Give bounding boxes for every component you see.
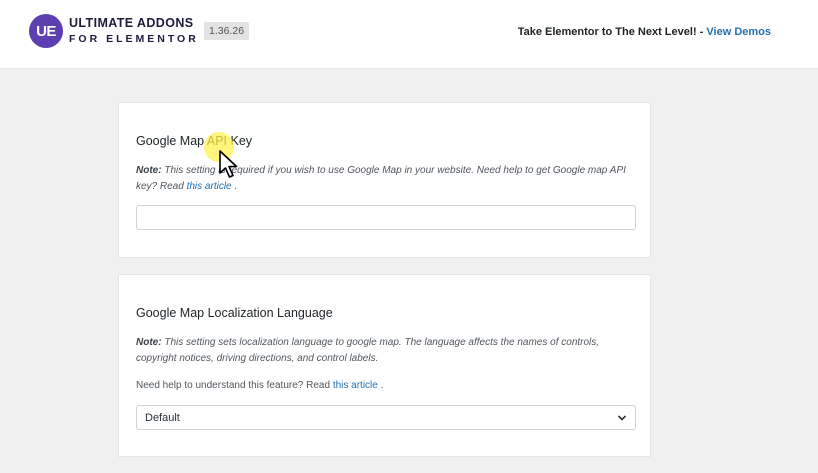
language-select[interactable]: Default <box>136 405 636 430</box>
help-text: Need help to understand this feature? Re… <box>136 380 331 391</box>
language-title: Google Map Localization Language <box>136 306 333 320</box>
language-help: Need help to understand this feature? Re… <box>136 380 383 391</box>
language-note: Note: This setting sets localization lan… <box>136 335 641 367</box>
language-article-link[interactable]: this article <box>333 380 378 391</box>
logo-icon: UE <box>29 14 63 48</box>
top-header: UE ULTIMATE ADDONS FOR ELEMENTOR 1.36.26… <box>0 0 818 69</box>
api-key-article-link[interactable]: this article <box>187 181 232 192</box>
chevron-down-icon <box>617 415 627 421</box>
api-key-note: Note: This setting is required if you wi… <box>136 163 641 195</box>
header-cta: Take Elementor to The Next Level! - View… <box>518 26 771 38</box>
note-text: This setting sets localization language … <box>136 337 600 364</box>
note-end: . <box>234 181 238 192</box>
note-label: Note: <box>136 337 162 348</box>
localization-language-card: Google Map Localization Language Note: T… <box>118 274 651 457</box>
version-badge: 1.36.26 <box>204 22 250 40</box>
view-demos-link[interactable]: View Demos <box>706 26 771 38</box>
brand-tagline: FOR ELEMENTOR <box>69 33 199 45</box>
help-end: . <box>380 380 384 391</box>
brand-logo: ULTIMATE ADDONS FOR ELEMENTOR <box>69 16 199 46</box>
cta-text: Take Elementor to The Next Level! - <box>517 26 704 38</box>
api-key-input[interactable] <box>136 205 636 230</box>
selected-language: Default <box>145 412 180 424</box>
api-key-title: Google Map API Key <box>136 134 253 148</box>
api-key-card: Google Map API Key Note: This setting is… <box>118 102 651 258</box>
note-label: Note: <box>136 165 162 176</box>
brand-name: ULTIMATE ADDONS <box>69 16 194 30</box>
